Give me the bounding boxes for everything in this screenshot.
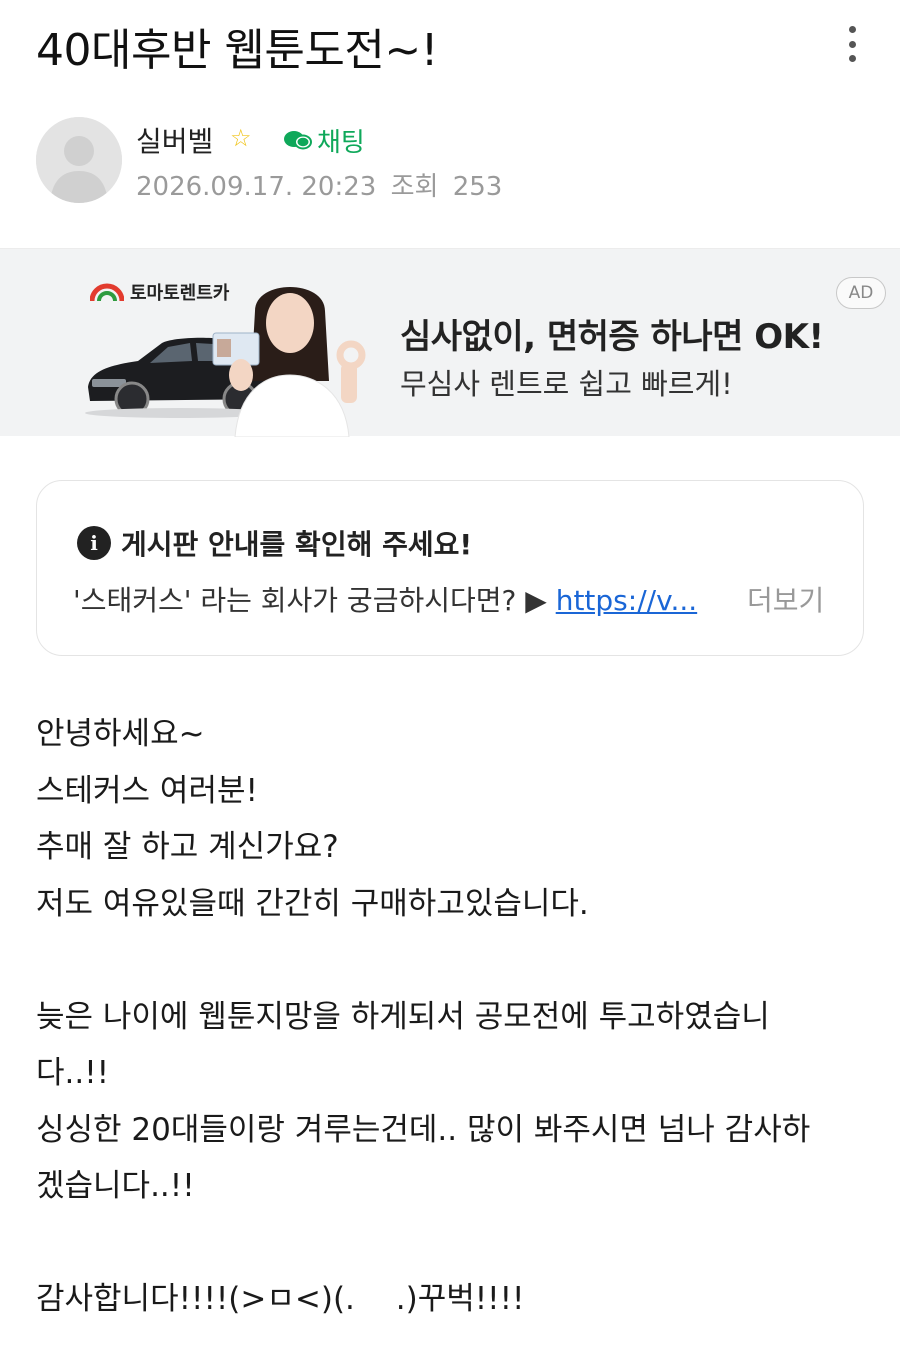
post-meta: 2026.09.17. 20:23 조회 253 xyxy=(136,166,502,203)
content-line: 안녕하세요~ xyxy=(36,716,205,752)
chat-button[interactable]: 채팅 xyxy=(283,122,365,159)
content-line: 늦은 나이에 웹툰지망을 하게되서 공모전에 투고하였습니 xyxy=(36,998,770,1035)
content-line: 감사합니다!!!!(>ㅁ<)(. .)꾸벅!!!! xyxy=(36,1281,525,1317)
content-line: 다..!! xyxy=(36,1055,110,1091)
content-line xyxy=(36,1215,876,1272)
dot xyxy=(848,26,856,33)
dot xyxy=(848,55,856,62)
author-avatar[interactable] xyxy=(36,117,122,203)
content-line: 추매 잘 하고 계신가요? xyxy=(36,829,339,865)
author-name[interactable]: 실버벨 xyxy=(136,120,213,160)
star-icon: ☆ xyxy=(230,124,252,152)
post-date: 2026.09.17. 20:23 xyxy=(136,172,377,202)
content-line: 스테커스 여러분! xyxy=(36,772,258,809)
notice-title-text: 게시판 안내를 확인해 주세요! xyxy=(121,528,473,561)
content-line xyxy=(36,932,876,989)
post-content: 안녕하세요~ 스테커스 여러분! 추매 잘 하고 계신가요? 저도 여유있을때 간간히… xyxy=(36,706,876,1328)
model-image xyxy=(212,287,366,437)
dot xyxy=(848,40,856,48)
notice-title: i 게시판 안내를 확인해 주세요! xyxy=(77,523,472,563)
notice-body: '스태커스' 라는 회사가 궁금하시다면? ▶ https://v... xyxy=(73,579,697,619)
content-line: 싱싱한 20대들이랑 겨루는건데.. 많이 봐주시면 넘나 감사하 xyxy=(36,1111,811,1148)
info-icon: i xyxy=(77,526,111,560)
chat-bubble-icon xyxy=(284,130,312,149)
more-options-icon[interactable] xyxy=(832,22,872,66)
post-title: 40대후반 웹툰도전~! xyxy=(36,25,438,76)
chat-label: 채팅 xyxy=(317,128,365,158)
views-count: 253 xyxy=(452,172,503,202)
avatar-placeholder-icon xyxy=(36,117,122,203)
views-label: 조회 xyxy=(390,172,439,202)
ad-banner[interactable]: 토마토렌트카 심사없이, 면허증 하나면 OK! 무심사 렌트로 쉽고 빠르게!… xyxy=(0,248,900,437)
board-notice-card[interactable]: i 게시판 안내를 확인해 주세요! '스태커스' 라는 회사가 궁금하시다면?… xyxy=(36,480,864,656)
brand-logo-icon xyxy=(90,283,124,302)
content-line: 겠습니다..!! xyxy=(36,1168,195,1204)
ad-headline: 심사없이, 면허증 하나면 OK! xyxy=(400,317,824,357)
notice-link[interactable]: https://v... xyxy=(556,584,697,617)
post-page: 40대후반 웹툰도전~! 실버벨 ☆ 채팅 2026.09.17. 20:23 … xyxy=(0,0,900,1349)
ad-badge[interactable]: AD xyxy=(836,277,886,309)
ad-subline: 무심사 렌트로 쉽고 빠르게! xyxy=(400,367,733,401)
content-line: 저도 여유있을때 간간히 구매하고있습니다. xyxy=(36,885,589,922)
notice-text: '스태커스' 라는 회사가 궁금하시다면? ▶ xyxy=(73,584,556,617)
notice-more-button[interactable]: 더보기 xyxy=(747,579,824,619)
